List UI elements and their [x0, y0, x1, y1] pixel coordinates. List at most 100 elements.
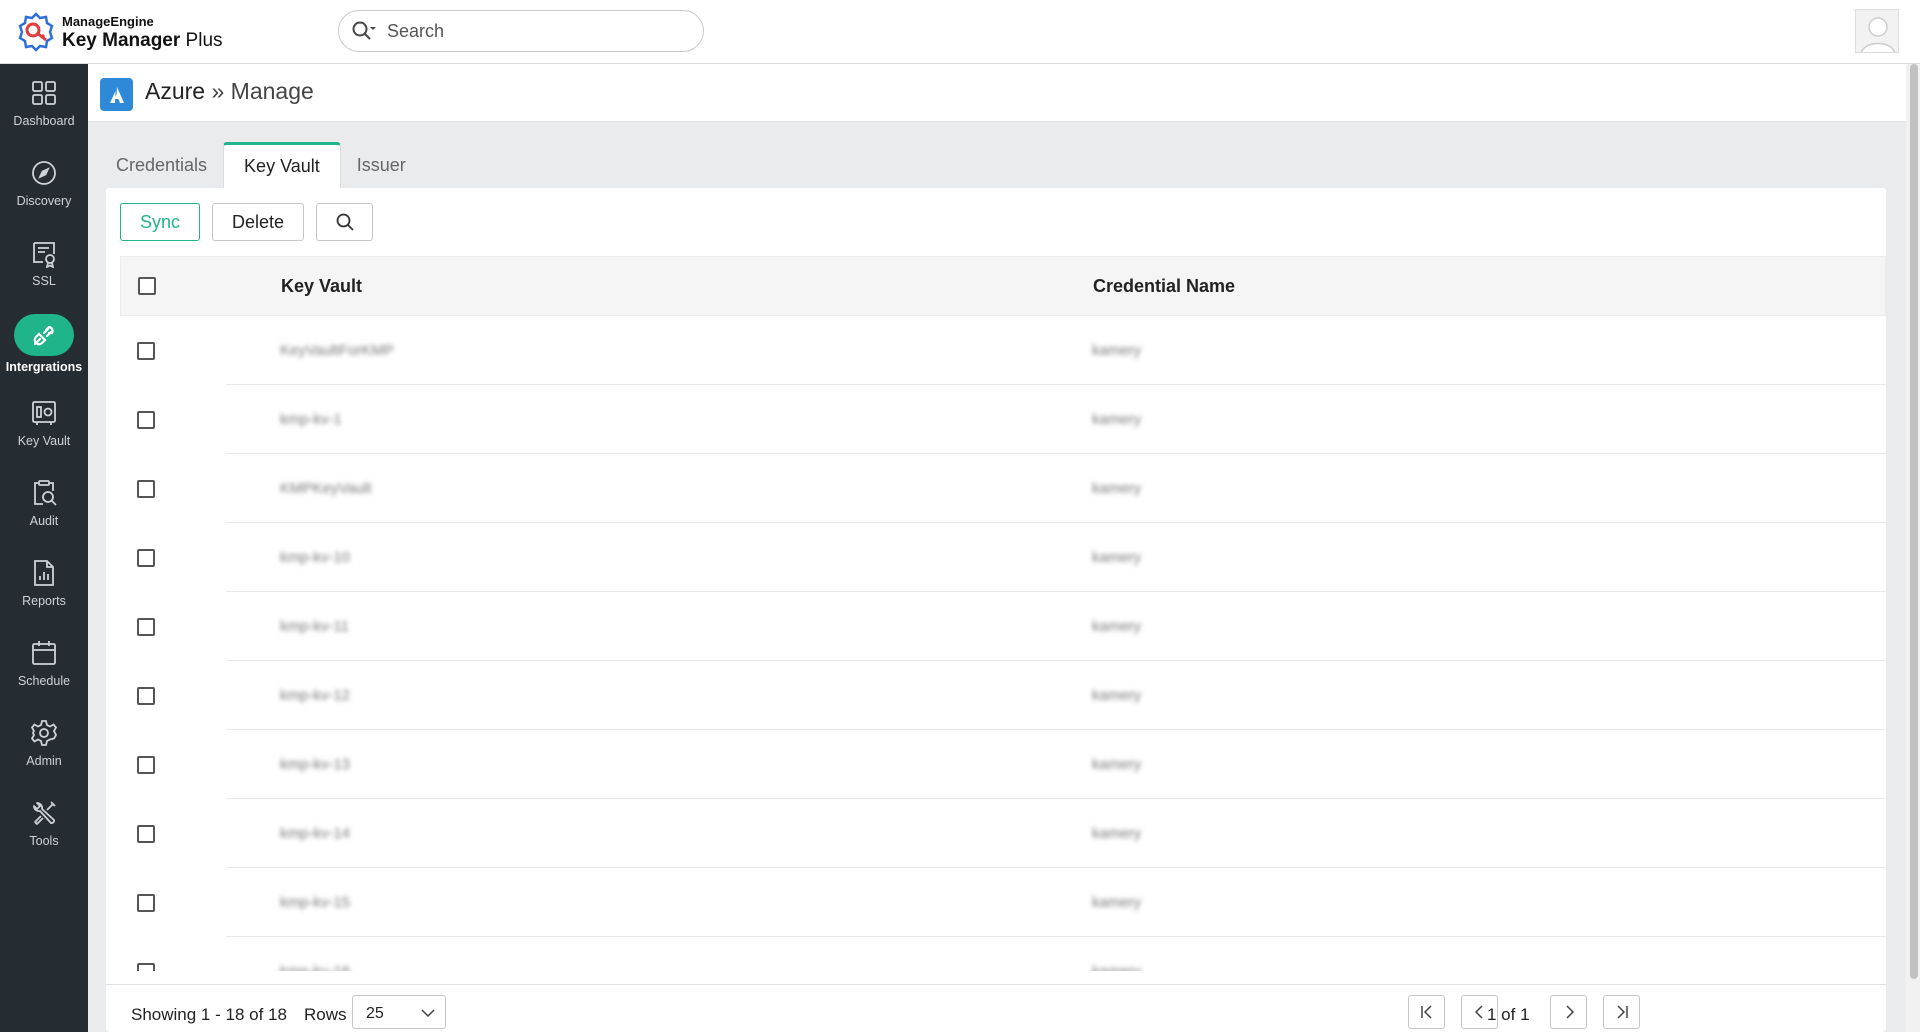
key-vault-cell: kmp-kv-13: [280, 756, 351, 773]
sidebar-item-audit[interactable]: Audit: [0, 464, 88, 542]
column-header-credential-name: Credential Name: [1093, 275, 1236, 296]
row-checkbox[interactable]: [137, 824, 155, 843]
sidebar-item-ssl[interactable]: SSL: [0, 224, 88, 302]
rows-per-page-value: 25: [366, 1005, 384, 1022]
credential-name-cell: kamery: [1092, 549, 1142, 566]
sidebar-item-label: Discovery: [16, 194, 72, 208]
scrollbar-thumb[interactable]: [1910, 64, 1918, 979]
page-title-main: Azure: [145, 78, 206, 104]
page-header: Azure » Manage: [88, 64, 1906, 122]
sidebar-item-reports[interactable]: Reports: [0, 544, 88, 622]
table-row[interactable]: kmp-kv-1 kamery: [120, 385, 1886, 454]
row-checkbox[interactable]: [137, 410, 155, 429]
toolbar: Sync Delete: [120, 203, 374, 241]
table-row[interactable]: kmp-kv-14 kamery: [120, 799, 1886, 868]
sidebar-item-intergrations[interactable]: Intergrations: [0, 304, 88, 382]
key-vault-cell: kmp-kv-15: [280, 894, 351, 911]
table-row[interactable]: kmp-kv-13 kamery: [120, 730, 1886, 799]
table-row[interactable]: kmp-kv-10 kamery: [120, 523, 1886, 592]
column-header-key-vault: Key Vault: [281, 275, 363, 296]
certificate-icon: [33, 242, 55, 268]
sidebar-item-admin[interactable]: Admin: [0, 704, 88, 782]
key-vault-cell: KeyVaultForKMP: [280, 342, 394, 359]
row-checkbox[interactable]: [137, 755, 155, 774]
table-row[interactable]: kmp-kv-11 kamery: [120, 592, 1886, 661]
record-count: Showing 1 - 18 of 18: [131, 1005, 287, 1024]
table-row[interactable]: kmp-kv-16 kamery: [120, 937, 1886, 971]
sidebar-item-label: Audit: [29, 514, 59, 528]
row-checkbox[interactable]: [137, 893, 155, 912]
row-checkbox[interactable]: [137, 479, 155, 498]
user-avatar-icon: [1861, 17, 1895, 52]
credential-name-cell: kamery: [1092, 342, 1142, 359]
key-vault-cell: kmp-kv-16: [280, 963, 350, 971]
credential-name-cell: kamery: [1092, 411, 1142, 428]
last-page-icon: [1616, 1005, 1628, 1019]
sidebar-item-schedule[interactable]: Schedule: [0, 624, 88, 702]
search-input[interactable]: [385, 19, 689, 43]
sidebar-item-discovery[interactable]: Discovery: [0, 144, 88, 222]
search-icon: [352, 21, 376, 40]
global-search[interactable]: [338, 10, 704, 52]
app-logo[interactable]: ManageEngine Key Manager Plus: [16, 12, 223, 52]
key-vault-cell: kmp-kv-14: [280, 825, 351, 842]
page-scrollbar[interactable]: [1906, 64, 1920, 1032]
delete-button[interactable]: Delete: [212, 203, 305, 241]
row-checkbox[interactable]: [137, 686, 155, 705]
chevron-down-icon: [421, 1009, 435, 1018]
table-row[interactable]: kmp-kv-12 kamery: [120, 661, 1886, 730]
key-vault-cell: kmp-kv-10: [280, 549, 351, 566]
table-row[interactable]: kmp-kv-15 kamery: [120, 868, 1886, 937]
credential-name-cell: kamery: [1092, 963, 1141, 971]
plug-icon: [33, 325, 54, 346]
search-icon: [336, 213, 354, 231]
sidebar-item-dashboard[interactable]: Dashboard: [0, 64, 88, 142]
table-header: Key Vault Credential Name: [120, 256, 1886, 316]
key-vault-cell: kmp-kv-11: [280, 618, 349, 635]
sidebar-item-label: Reports: [22, 594, 66, 608]
table-footer: Showing 1 - 18 of 18 Rows 25 1 of 1: [106, 984, 1886, 1033]
credential-name-cell: kamery: [1092, 825, 1142, 842]
sidebar-item-tools[interactable]: Tools: [0, 784, 88, 862]
sidebar-item-label: Tools: [29, 834, 59, 848]
row-checkbox[interactable]: [137, 548, 155, 567]
select-all-checkbox[interactable]: [138, 277, 156, 295]
table-search-button[interactable]: [316, 203, 374, 241]
tools-icon: [33, 801, 56, 825]
chevron-right-icon: [1565, 1005, 1574, 1019]
tab-issuer[interactable]: Issuer: [341, 142, 422, 188]
product-name: Key Manager Plus: [62, 29, 223, 51]
next-page-button[interactable]: [1550, 995, 1587, 1029]
azure-icon: [100, 78, 133, 111]
top-bar: ManageEngine Key Manager Plus: [0, 0, 1920, 64]
page-indicator: 1 of 1: [1487, 1005, 1530, 1024]
compass-icon: [32, 161, 56, 185]
page-title: Azure » Manage: [145, 78, 314, 105]
row-checkbox[interactable]: [137, 617, 155, 636]
credential-name-cell: kamery: [1092, 756, 1142, 773]
tab-key-vault[interactable]: Key Vault: [223, 142, 341, 188]
key-manager-logo-icon: [18, 12, 54, 52]
user-avatar[interactable]: [1855, 9, 1899, 53]
safe-icon: [32, 401, 56, 425]
table-row[interactable]: KMPKeyVault kamery: [120, 454, 1886, 523]
credential-name-cell: kamery: [1092, 894, 1142, 911]
tab-credentials[interactable]: Credentials: [100, 142, 223, 188]
calendar-icon: [32, 641, 56, 665]
sync-button[interactable]: Sync: [120, 203, 201, 241]
rows-per-page-label: Rows: [304, 1005, 347, 1024]
active-indicator: [14, 314, 74, 356]
key-vault-cell: KMPKeyVault: [280, 480, 372, 497]
first-page-button[interactable]: [1408, 995, 1445, 1029]
key-vault-cell: kmp-kv-12: [280, 687, 351, 704]
table-row[interactable]: KeyVaultForKMP kamery: [120, 316, 1886, 385]
sidebar-item-label: Key Vault: [17, 434, 71, 448]
last-page-button[interactable]: [1603, 995, 1640, 1029]
rows-per-page-select[interactable]: 25: [352, 995, 446, 1029]
credential-name-cell: kamery: [1092, 480, 1142, 497]
sidebar-item-key-vault[interactable]: Key Vault: [0, 384, 88, 462]
row-checkbox[interactable]: [137, 341, 155, 360]
brand-name: ManageEngine: [62, 13, 154, 29]
gear-icon: [30, 720, 58, 746]
row-checkbox[interactable]: [137, 962, 155, 971]
